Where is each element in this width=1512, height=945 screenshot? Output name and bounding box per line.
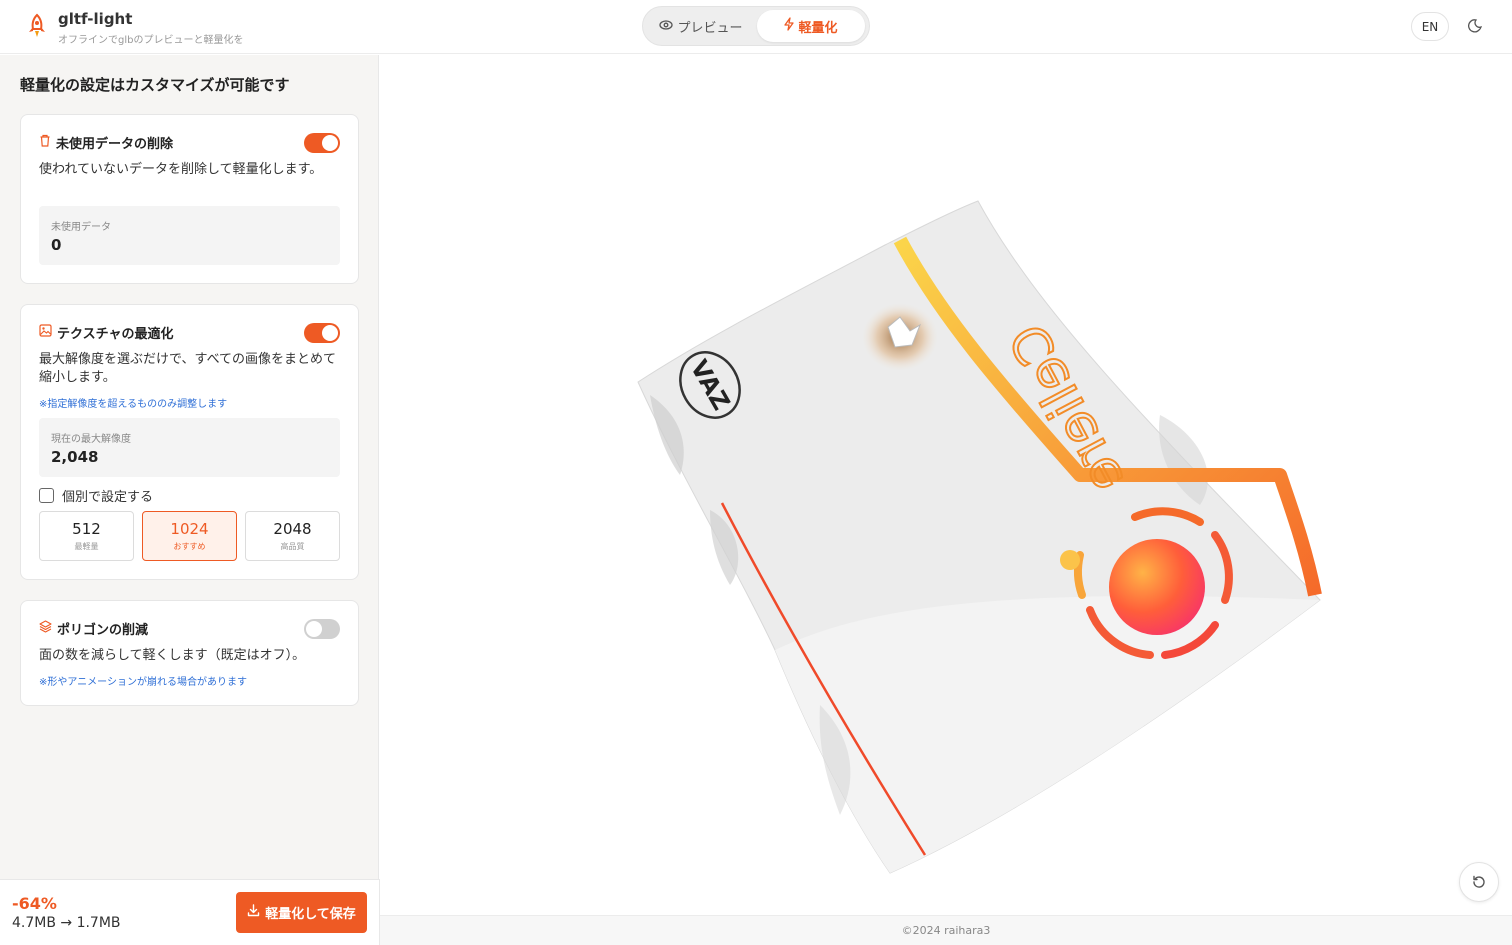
resolution-1024-button[interactable]: 1024 おすすめ — [142, 511, 237, 561]
card-texture-note: ※指定解像度を超えるもののみ調整します — [39, 399, 228, 410]
polygon-reduction-toggle[interactable] — [304, 619, 340, 639]
card-texture-header: テクスチャの最適化 — [39, 323, 173, 342]
tab-optimize-label: 軽量化 — [798, 20, 838, 36]
card-texture-optimization: テクスチャの最適化 最大解像度を選ぶだけで、すべての画像をまとめて縮小します。 … — [20, 304, 359, 580]
resolution-caption: 高品質 — [280, 542, 305, 551]
footer-copyright: ©2024 raihara3 — [380, 915, 1512, 945]
individual-setting-row[interactable]: 個別で設定する — [39, 486, 153, 505]
card-unused-data-description: 使われていないデータを削除して軽量化します。 — [39, 162, 323, 177]
card-unused-data: 未使用データの削除 使われていないデータを削除して軽量化します。 未使用データ … — [20, 114, 359, 284]
resolution-caption: おすすめ — [173, 542, 206, 551]
toggle-knob — [322, 325, 338, 341]
moon-icon[interactable] — [1464, 14, 1488, 38]
sidebar-title: 軽量化の設定はカスタマイズが可能です — [20, 76, 290, 94]
unused-data-toggle[interactable] — [304, 133, 340, 153]
layers-icon — [39, 620, 52, 637]
resolution-value: 512 — [72, 520, 101, 538]
max-resolution-stat: 現在の最大解像度 2,048 — [39, 418, 340, 477]
settings-sidebar: 軽量化の設定はカスタマイズが可能です 未使用データの削除 使われていないデータを… — [0, 55, 379, 879]
rocket-icon — [25, 13, 49, 39]
optimize-save-button[interactable]: 軽量化して保存 — [236, 892, 367, 933]
unused-data-stat: 未使用データ 0 — [39, 206, 340, 265]
tab-preview-label: プレビュー — [677, 20, 743, 36]
eye-icon — [659, 19, 674, 34]
resolution-caption: 最軽量 — [74, 542, 99, 551]
resolution-2048-button[interactable]: 2048 高品質 — [245, 511, 340, 561]
individual-setting-label: 個別で設定する — [62, 490, 154, 505]
texture-optimization-toggle[interactable] — [304, 323, 340, 343]
app-title: gltf-light — [58, 10, 133, 28]
resolution-value: 1024 — [170, 520, 209, 538]
save-bar: -64% 4.7MB → 1.7MB 軽量化して保存 — [0, 879, 380, 945]
stat-label: 現在の最大解像度 — [51, 434, 131, 445]
mode-switcher: プレビュー 軽量化 — [642, 6, 870, 46]
card-polygon-description: 面の数を減らして軽くします（既定はオフ）。 — [39, 648, 306, 663]
trash-icon — [39, 134, 51, 151]
download-icon — [247, 904, 260, 921]
individual-setting-checkbox[interactable] — [39, 488, 54, 503]
card-polygon-header: ポリゴンの削減 — [39, 619, 148, 638]
card-polygon-note: ※形やアニメーションが崩れる場合があります — [39, 677, 247, 688]
glb-model-render[interactable]: VAZ Celiere — [380, 55, 1512, 915]
card-polygon-title: ポリゴンの削減 — [57, 623, 149, 638]
size-reduction-percent: -64% — [12, 894, 57, 913]
toggle-knob — [306, 621, 322, 637]
image-icon — [39, 324, 52, 341]
card-unused-data-header: 未使用データの削除 — [39, 133, 173, 152]
size-comparison: 4.7MB → 1.7MB — [12, 915, 121, 931]
card-unused-data-title: 未使用データの削除 — [56, 137, 174, 152]
stat-value: 2,048 — [51, 448, 99, 466]
card-texture-title: テクスチャの最適化 — [57, 327, 174, 342]
tab-preview[interactable]: プレビュー — [647, 10, 755, 42]
stat-value: 0 — [51, 236, 62, 254]
resolution-value: 2048 — [273, 520, 312, 538]
app-header: gltf-light オフラインでglbのプレビューと軽量化を プレビュー 軽量… — [0, 0, 1512, 54]
card-texture-description: 最大解像度を選ぶだけで、すべての画像をまとめて縮小します。 — [39, 352, 337, 385]
model-viewer[interactable]: VAZ Celiere — [380, 55, 1512, 915]
card-polygon-reduction: ポリゴンの削減 面の数を減らして軽くします（既定はオフ）。 ※形やアニメーション… — [20, 600, 359, 706]
toggle-knob — [322, 135, 338, 151]
resolution-512-button[interactable]: 512 最軽量 — [39, 511, 134, 561]
stat-label: 未使用データ — [51, 222, 111, 233]
reset-view-icon[interactable] — [1459, 862, 1499, 902]
tab-optimize[interactable]: 軽量化 — [757, 10, 865, 42]
language-toggle-button[interactable]: EN — [1411, 12, 1449, 41]
save-button-label: 軽量化して保存 — [265, 907, 356, 922]
app-subtitle: オフラインでglbのプレビューと軽量化を — [58, 35, 244, 46]
lightning-icon — [784, 17, 795, 35]
